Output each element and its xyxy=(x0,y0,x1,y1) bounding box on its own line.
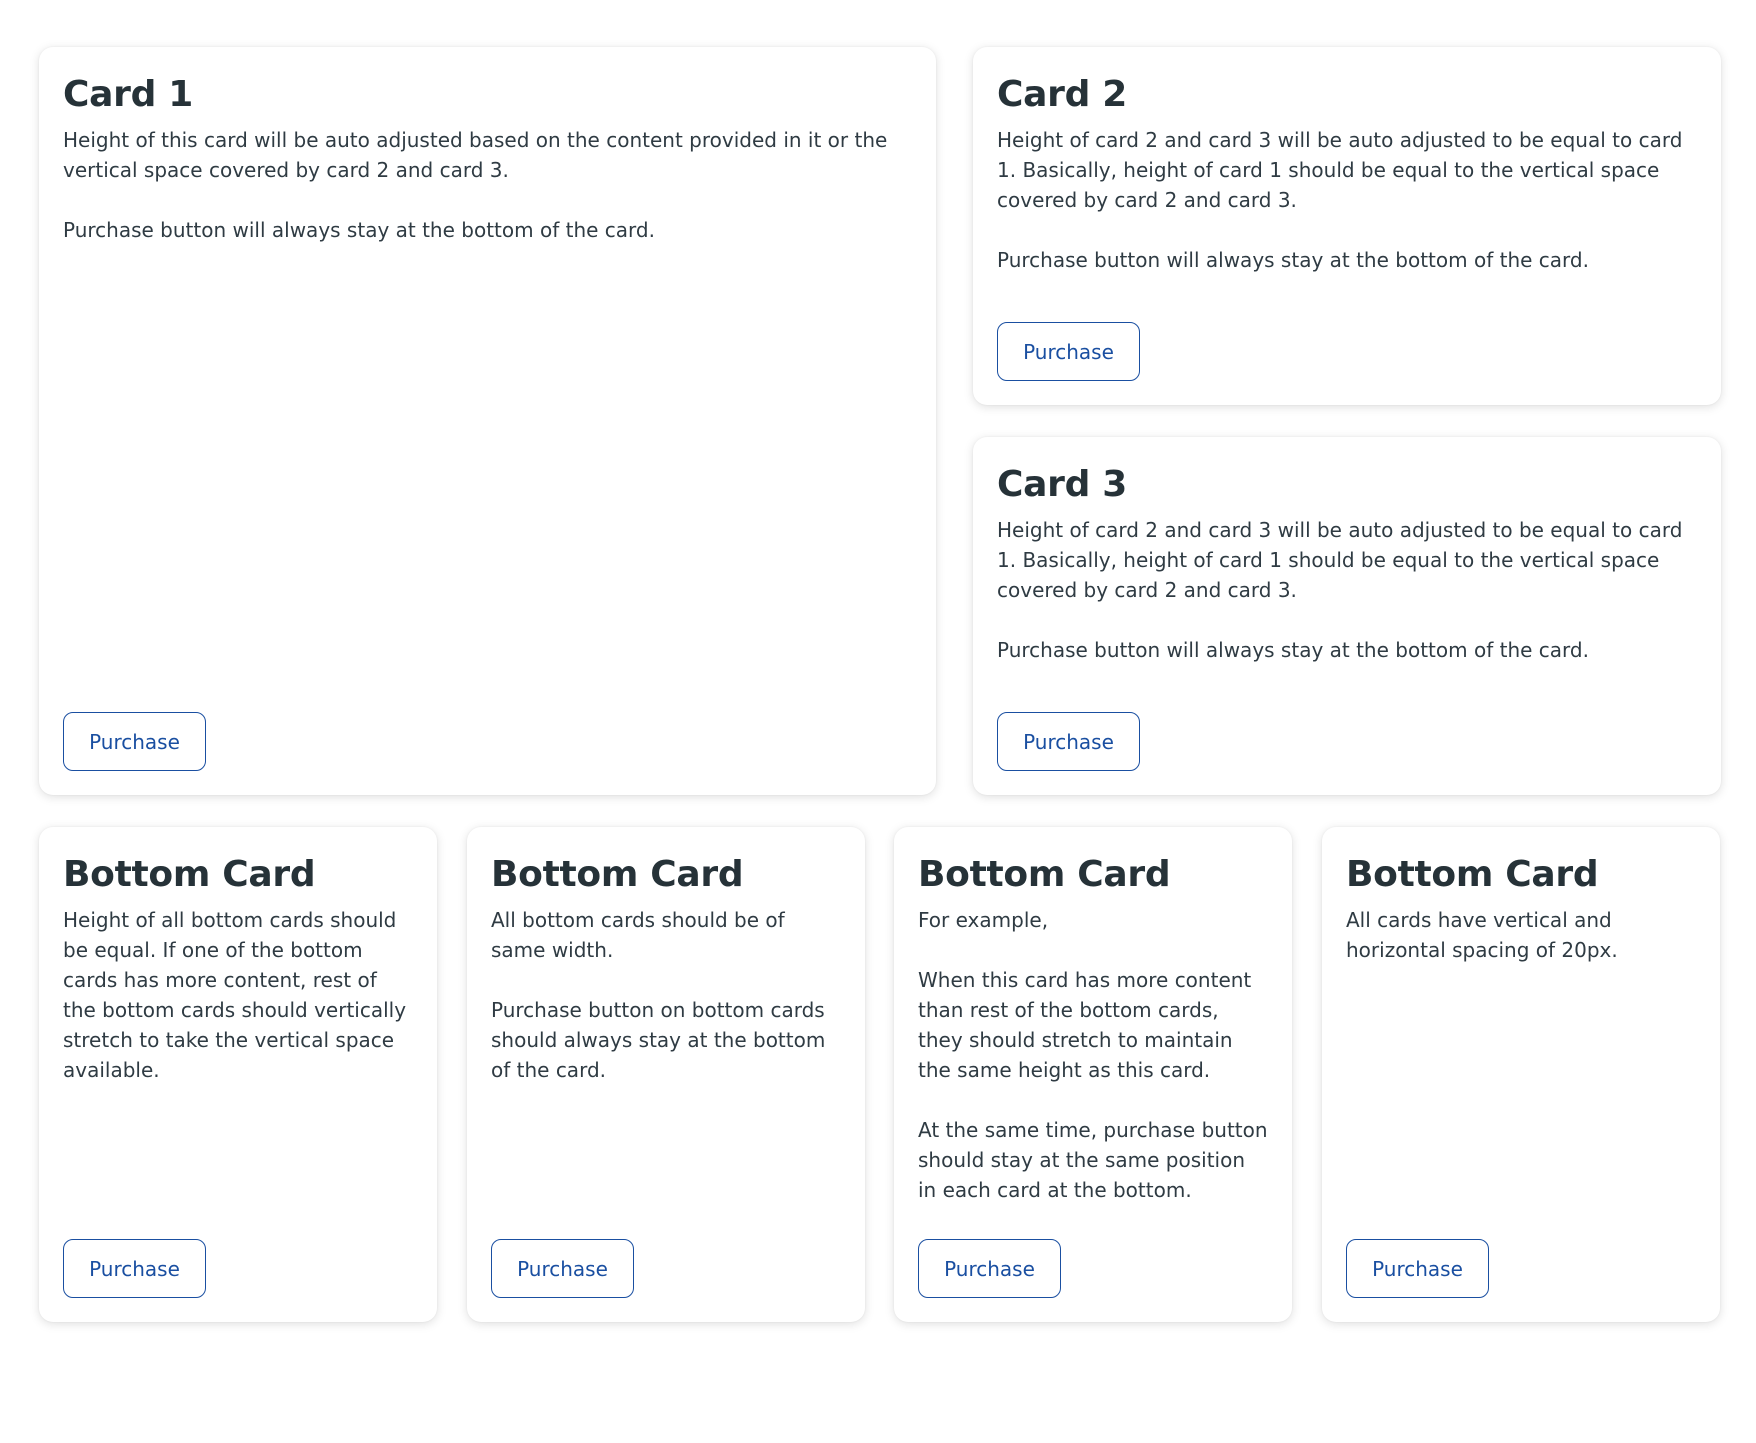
purchase-button[interactable]: Purchase xyxy=(63,712,206,771)
card-text: Height of this card will be auto adjuste… xyxy=(63,128,888,182)
purchase-button[interactable]: Purchase xyxy=(491,1239,634,1298)
purchase-button[interactable]: Purchase xyxy=(997,322,1140,381)
card-body: For example, When this card has more con… xyxy=(918,905,1268,1205)
card-title: Card 1 xyxy=(63,74,194,115)
bottom-card-3: Bottom Card For example, When this card … xyxy=(894,827,1292,1322)
bottom-card-4: Bottom Card All cards have vertical and … xyxy=(1322,827,1720,1322)
card-body: Height of card 2 and card 3 will be auto… xyxy=(997,515,1697,665)
bottom-card-2: Bottom Card All bottom cards should be o… xyxy=(467,827,865,1322)
card-text: Height of card 2 and card 3 will be auto… xyxy=(997,128,1683,212)
card-text: All cards have vertical and horizontal s… xyxy=(1346,908,1618,962)
card-text: For example, xyxy=(918,908,1049,932)
bottom-card-1: Bottom Card Height of all bottom cards s… xyxy=(39,827,437,1322)
card-text: Height of card 2 and card 3 will be auto… xyxy=(997,518,1683,602)
card-title: Bottom Card xyxy=(63,854,316,895)
card-body: All cards have vertical and horizontal s… xyxy=(1346,905,1696,965)
purchase-button[interactable]: Purchase xyxy=(1346,1239,1489,1298)
card-body: Height of this card will be auto adjuste… xyxy=(63,125,912,245)
card-2: Card 2 Height of card 2 and card 3 will … xyxy=(973,47,1721,405)
card-title: Bottom Card xyxy=(1346,854,1599,895)
purchase-button[interactable]: Purchase xyxy=(63,1239,206,1298)
card-text: Purchase button will always stay at the … xyxy=(63,218,655,242)
card-title: Card 3 xyxy=(997,464,1128,505)
card-3: Card 3 Height of card 2 and card 3 will … xyxy=(973,437,1721,795)
card-body: All bottom cards should be of same width… xyxy=(491,905,841,1085)
card-body: Height of card 2 and card 3 will be auto… xyxy=(997,125,1697,275)
purchase-button[interactable]: Purchase xyxy=(997,712,1140,771)
card-text: At the same time, purchase button should… xyxy=(918,1118,1268,1202)
card-body: Height of all bottom cards should be equ… xyxy=(63,905,413,1085)
card-text: Purchase button on bottom cards should a… xyxy=(491,998,826,1082)
card-text: Purchase button will always stay at the … xyxy=(997,638,1589,662)
card-text: All bottom cards should be of same width… xyxy=(491,908,785,962)
card-title: Bottom Card xyxy=(918,854,1171,895)
card-title: Bottom Card xyxy=(491,854,744,895)
purchase-button[interactable]: Purchase xyxy=(918,1239,1061,1298)
card-text: When this card has more content than res… xyxy=(918,968,1252,1082)
card-text: Purchase button will always stay at the … xyxy=(997,248,1589,272)
card-title: Card 2 xyxy=(997,74,1128,115)
card-text: Height of all bottom cards should be equ… xyxy=(63,908,407,1082)
card-1: Card 1 Height of this card will be auto … xyxy=(39,47,936,795)
